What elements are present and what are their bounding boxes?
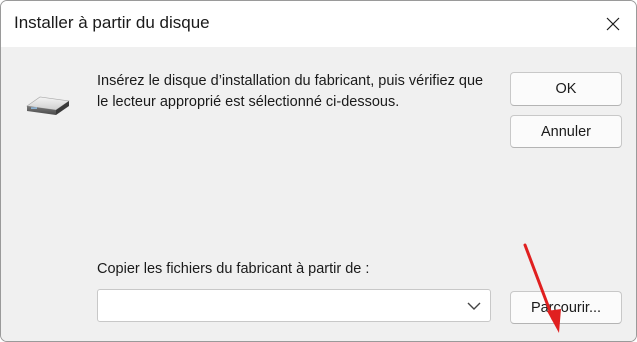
close-icon (606, 17, 620, 31)
dialog-title: Installer à partir du disque (14, 13, 210, 32)
disk-drive-icon (26, 96, 70, 115)
chevron-down-icon (467, 302, 481, 310)
path-combobox[interactable] (97, 289, 491, 322)
browse-button[interactable]: Parcourir... (510, 291, 622, 324)
instructions-text: Insérez le disque d’installation du fabr… (97, 73, 484, 110)
ok-button[interactable]: OK (510, 72, 622, 106)
copy-files-label: Copier les fichiers du fabricant à parti… (97, 261, 370, 277)
install-from-disk-dialog: Installer à partir du disque Insérez le … (0, 0, 637, 342)
title-bar: Installer à partir du disque (1, 1, 636, 47)
close-button[interactable] (590, 1, 636, 47)
dialog-body: Insérez le disque d’installation du fabr… (1, 47, 636, 341)
cancel-button[interactable]: Annuler (510, 115, 622, 148)
path-dropdown-button[interactable] (464, 296, 484, 316)
